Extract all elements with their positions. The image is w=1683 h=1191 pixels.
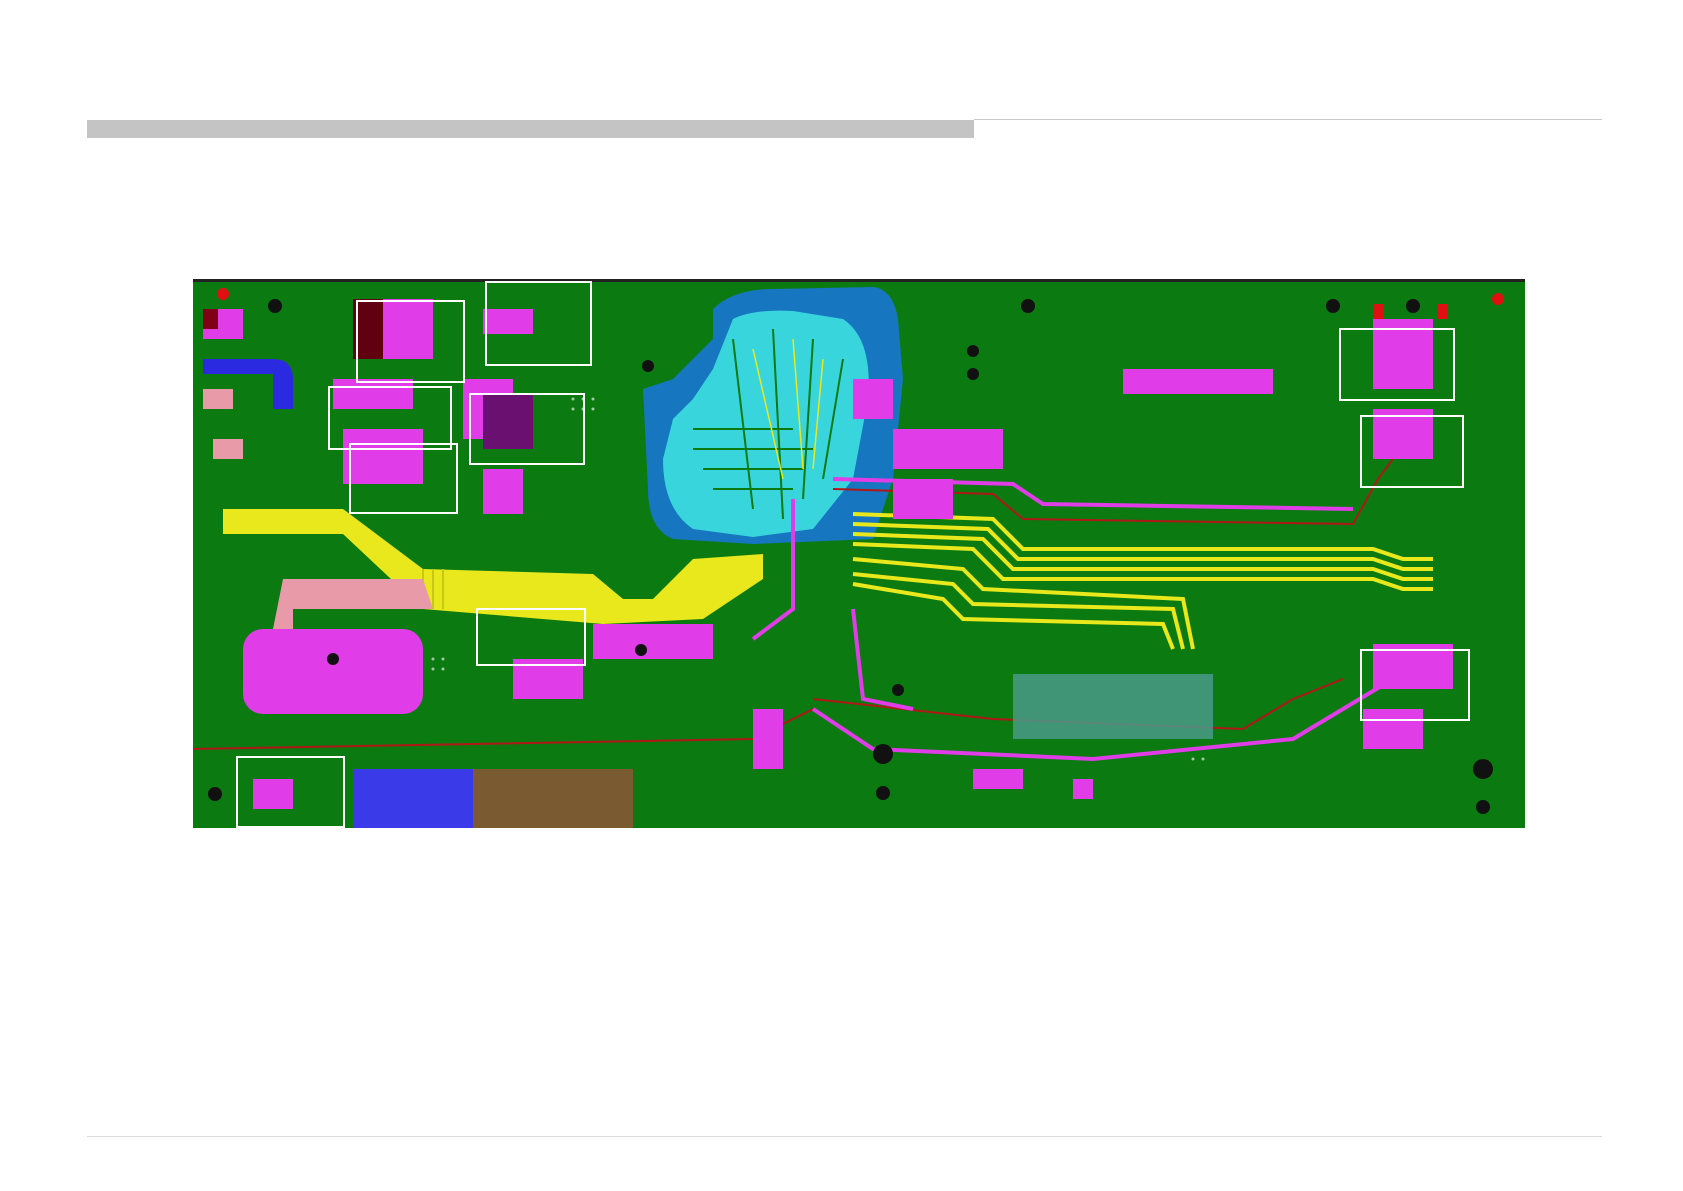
highlight-box (1360, 649, 1470, 721)
footer-rule (87, 1136, 1602, 1137)
highlight-box (1339, 328, 1455, 401)
highlight-box (485, 281, 592, 366)
header-rule (974, 119, 1602, 120)
header-bar (87, 120, 974, 138)
pcb-layout-image (193, 279, 1525, 828)
highlight-box (349, 443, 458, 514)
highlight-box (469, 393, 585, 465)
highlight-box (476, 608, 586, 666)
highlight-box (1360, 415, 1464, 488)
highlight-box (236, 756, 345, 828)
highlight-box (356, 300, 465, 383)
highlight-box (328, 386, 452, 450)
